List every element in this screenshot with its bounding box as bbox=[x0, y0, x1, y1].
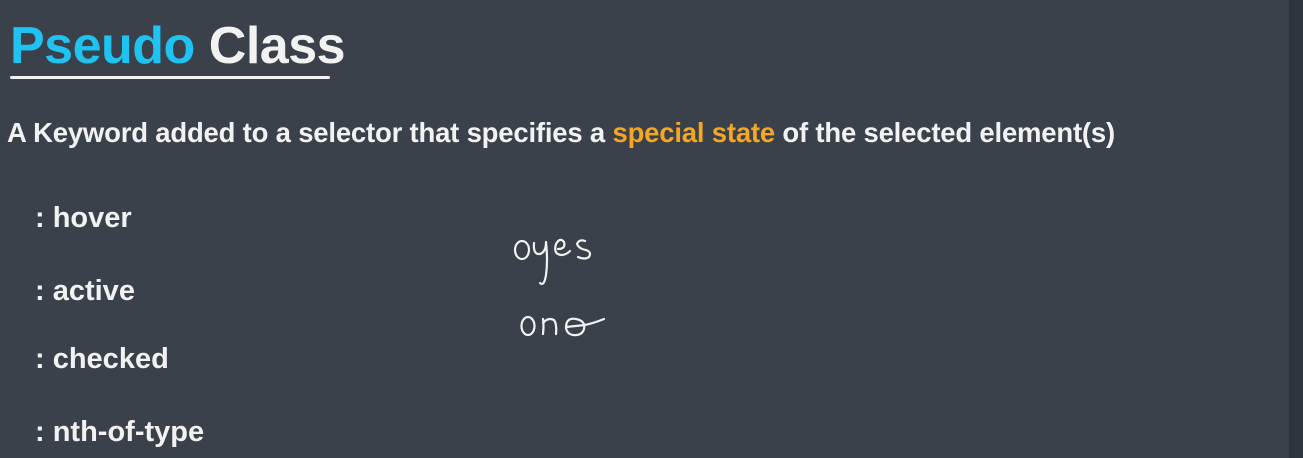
pseudo-class-active: : active bbox=[35, 275, 135, 307]
handwritten-radio-note bbox=[500, 225, 620, 355]
title-word-pseudo: Pseudo bbox=[10, 17, 195, 75]
definition-text: A Keyword added to a selector that speci… bbox=[7, 113, 1115, 153]
definition-highlight: special state bbox=[612, 117, 775, 148]
title-underline bbox=[10, 76, 330, 79]
pseudo-class-nth-of-type: : nth-of-type bbox=[35, 416, 205, 448]
definition-text-start: A Keyword added to a selector that speci… bbox=[7, 117, 613, 148]
right-edge-strip bbox=[1289, 0, 1303, 458]
radio-circle-no bbox=[520, 315, 536, 337]
pseudo-class-hover: : hover bbox=[35, 202, 132, 234]
radio-circle-yes bbox=[513, 239, 531, 261]
slide-title: Pseudo Class bbox=[10, 14, 346, 78]
pseudo-class-checked: : checked bbox=[35, 343, 169, 375]
handwritten-yes bbox=[532, 238, 592, 286]
title-word-class: Class bbox=[208, 17, 346, 75]
handwritten-no bbox=[541, 317, 606, 337]
handwritten-radio-sketch bbox=[513, 238, 606, 337]
definition-text-end: of the selected element(s) bbox=[774, 117, 1115, 148]
